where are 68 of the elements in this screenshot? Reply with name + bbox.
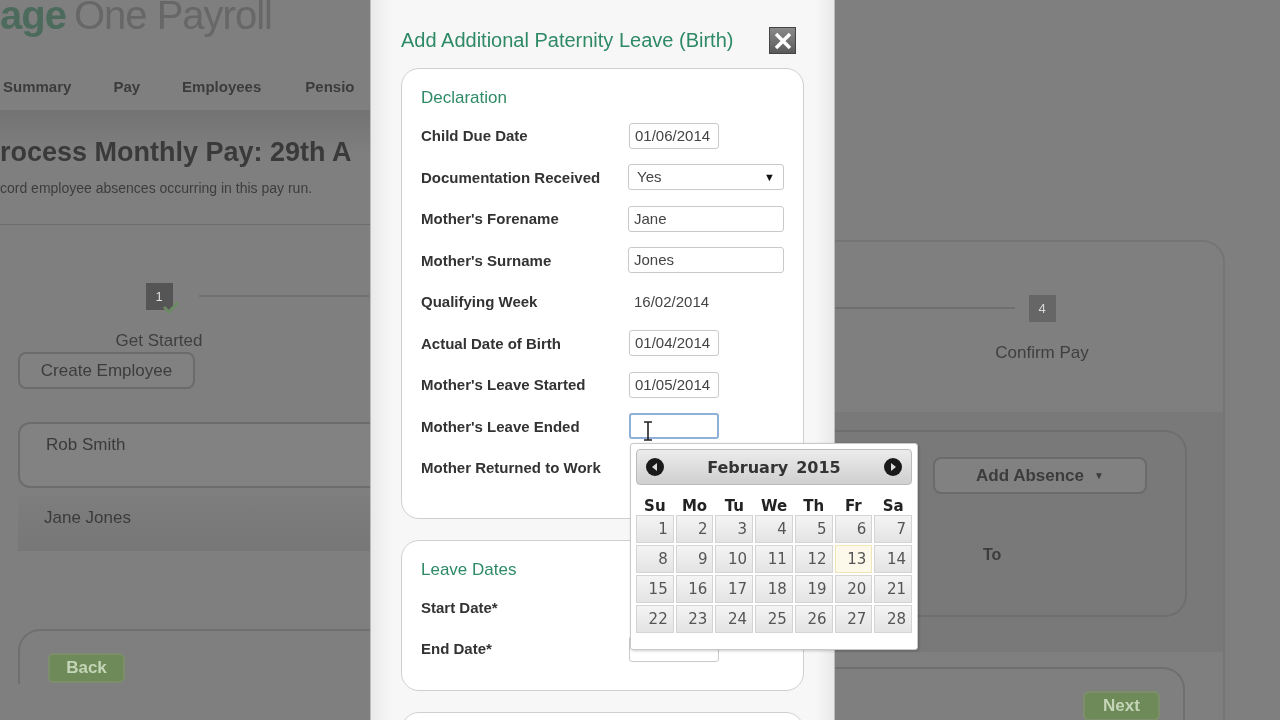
calendar-day[interactable]: 18 [755,575,793,604]
calendar-day[interactable]: 21 [874,575,912,604]
calendar-day[interactable]: 20 [834,575,873,604]
field-value: 16/02/2014 [633,293,710,311]
calendar-day[interactable]: 25 [755,605,793,634]
chevron-left-icon [646,458,664,477]
date-field[interactable]: 01/05/2014 [629,371,719,398]
dialog-title: Add Additional Paternity Leave (Birth) [401,29,734,52]
step-label: Confirm Pay [995,343,1089,363]
text-field[interactable]: Jones [628,247,784,274]
column-label: To [983,546,1003,564]
calendar-day[interactable]: 22 [636,605,674,634]
calendar-day[interactable]: 12 [794,545,833,574]
field-label: End Date* [421,640,493,658]
calendar-day[interactable]: 3 [715,515,754,544]
calendar-day[interactable]: 24 [715,605,754,634]
calendar-day[interactable]: 19 [794,575,833,604]
field-label: Mother Returned to Work [421,459,602,477]
text-field[interactable]: Jane [628,205,784,232]
calendar-day[interactable]: 8 [636,545,674,574]
page-description: cord employee absences occurring in this pay run. [0,180,314,196]
page-heading: rocess Monthly Pay: 29th A [0,136,353,168]
field-label: Mother's Leave Ended [421,417,581,435]
calendar-day[interactable]: 14 [874,545,912,574]
date-field[interactable]: 01/06/2014 [629,122,719,149]
calendar-day[interactable]: 5 [794,515,833,544]
caret-icon: ▼ [764,165,775,190]
field-label: Start Date* [421,598,499,616]
calendar-day[interactable]: 10 [715,545,754,574]
caret-icon: ▼ [1094,470,1104,481]
calendar-year: 2015 [796,457,841,477]
step-label: Get Started [115,331,203,351]
field-label: Child Due Date [421,127,529,145]
step-number: 4 [1028,295,1056,322]
close-button[interactable] [769,27,796,54]
section-title: Leave Dates [421,559,517,579]
field-label: Documentation Received [421,168,602,186]
select-field[interactable]: Yes ▼ [628,164,784,191]
calendar-day[interactable]: 16 [675,575,714,604]
calendar-day[interactable]: 6 [834,515,873,544]
calendar-day[interactable]: 26 [794,605,833,634]
calendar-day[interactable]: 2 [675,515,714,544]
calendar-day[interactable]: 23 [675,605,714,634]
field-label: Mother's Leave Started [421,376,587,394]
calendar-day[interactable]: 15 [636,575,674,604]
section-title: Declaration [421,88,507,107]
date-field[interactable] [629,413,719,440]
calendar-day[interactable]: 27 [834,605,873,634]
text-cursor-icon [643,421,653,442]
previous-month-button[interactable] [646,458,664,477]
field-label: Actual Date of Birth [421,334,562,352]
field-label: Mother's Surname [421,251,553,269]
calendar-day[interactable]: 7 [874,515,912,544]
calendar-day[interactable]: 11 [755,545,793,574]
close-icon [773,31,792,50]
calendar-month: February [707,457,789,477]
field-label: Qualifying Week [421,293,539,311]
calendar-day[interactable]: 9 [675,545,714,574]
chevron-right-icon [884,458,902,477]
calendar-day[interactable]: 4 [755,515,793,544]
date-field[interactable]: 01/04/2014 [629,330,719,357]
calendar-day[interactable]: 1 [636,515,674,544]
calendar-day[interactable]: 17 [715,575,754,604]
calendar-day[interactable]: 28 [874,605,912,634]
next-month-button[interactable] [884,458,902,477]
check-icon [162,300,179,314]
field-label: Mother's Forename [421,210,560,228]
calendar-day[interactable]: 13 [834,545,873,574]
